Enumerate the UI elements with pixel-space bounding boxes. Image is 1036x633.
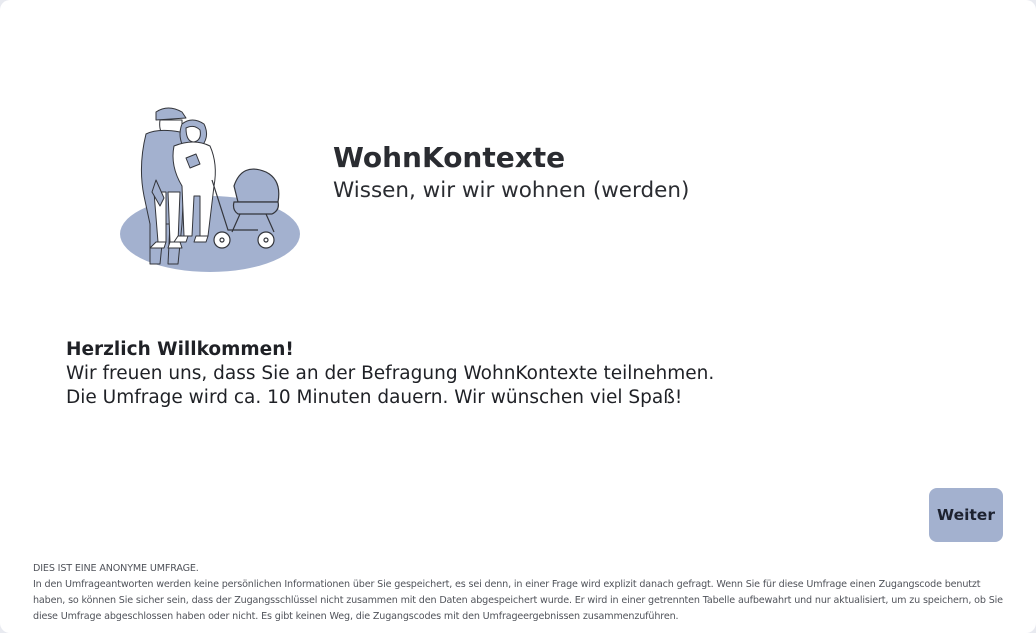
brand-block: WohnKontexte Wissen, wir wir wohnen (wer… [333,140,689,206]
welcome-heading: Herzlich Willkommen! [66,339,294,360]
welcome-text-line-2: Die Umfrage wird ca. 10 Minuten dauern. … [66,387,683,408]
next-button[interactable]: Weiter [929,488,1003,542]
page-title: WohnKontexte [333,141,566,174]
survey-card: WohnKontexte Wissen, wir wir wohnen (wer… [0,0,1036,633]
welcome-text-line-1: Wir freuen uns, dass Sie an der Befragun… [66,363,715,384]
welcome-message: Herzlich Willkommen! Wir freuen uns, das… [66,338,714,410]
privacy-notice-text: In den Umfrageantworten werden keine per… [33,579,1003,622]
family-with-stroller-illustration [120,107,300,272]
privacy-notice: DIES IST EINE ANONYME UMFRAGE. In den Um… [33,561,1008,625]
page-subtitle: Wissen, wir wir wohnen (werden) [333,178,690,203]
privacy-notice-title: DIES IST EINE ANONYME UMFRAGE. [33,563,199,574]
